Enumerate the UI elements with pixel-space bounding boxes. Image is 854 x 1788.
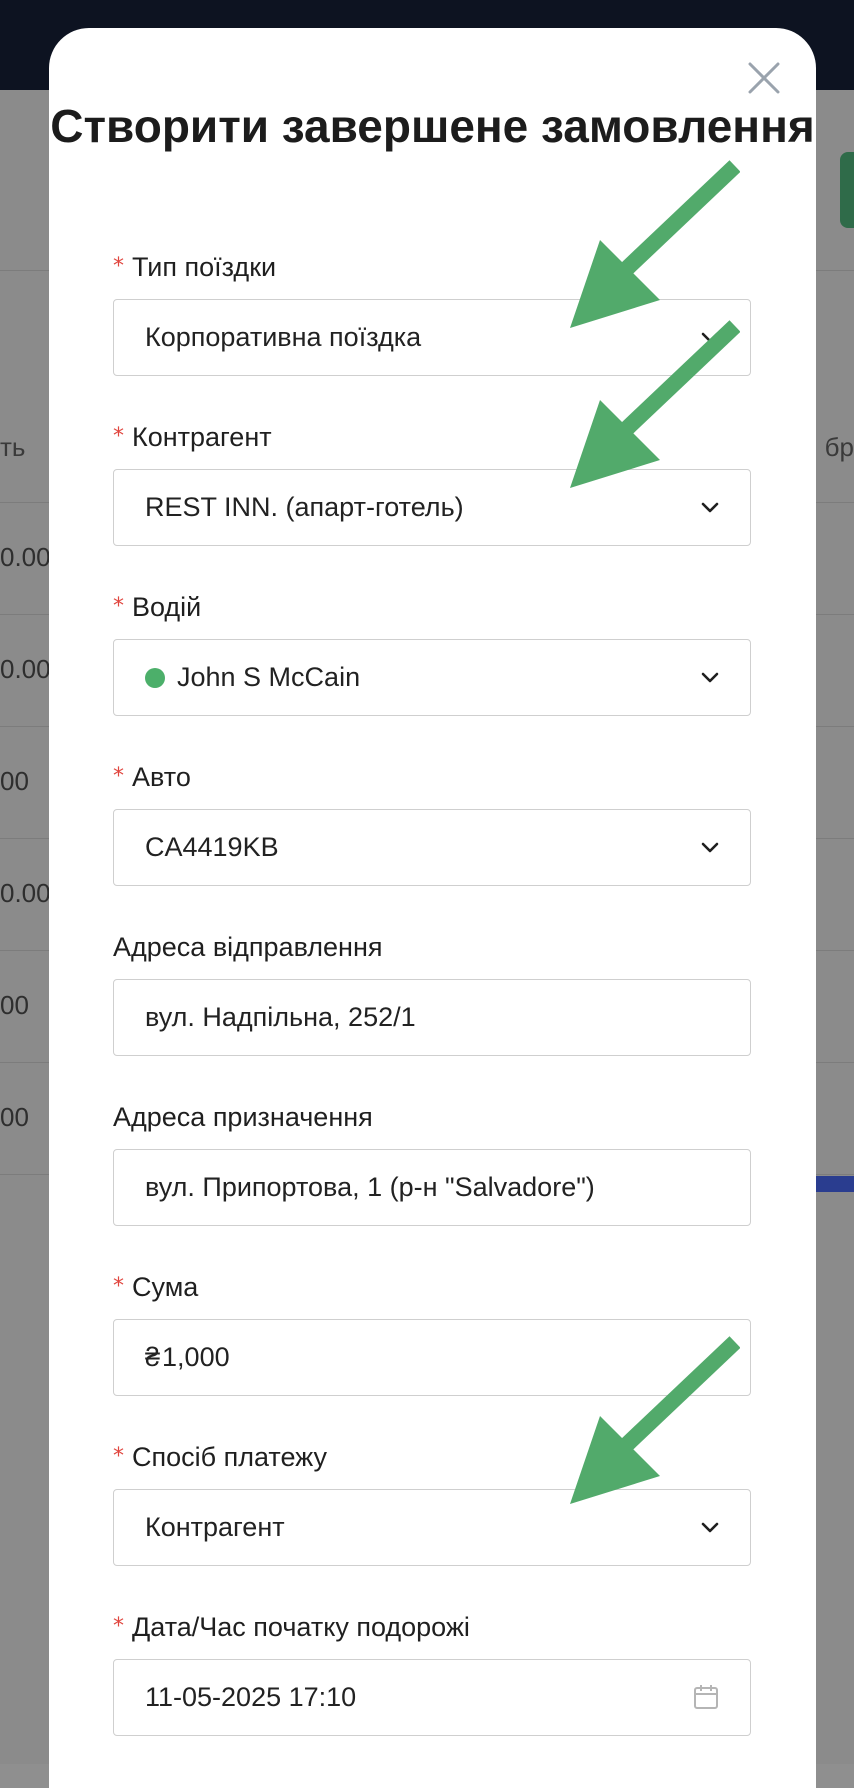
amount-label: * Сума [113,1270,753,1304]
counterparty-label-text: Контрагент [132,422,272,452]
required-marker: * [113,1444,124,1469]
create-order-modal: Створити завершене замовлення * Тип поїзд… [49,28,816,1788]
trip-type-label: * Тип поїздки [113,250,753,284]
amount-field: * Сума ₴ 1,000 [113,1270,753,1396]
departure-input[interactable]: вул. Надпільна, 252/1 [113,979,751,1056]
payment-method-label: * Спосіб платежу [113,1440,753,1474]
payment-method-value: Контрагент [145,1512,285,1542]
background-cell: 0.00 [0,654,51,684]
chevron-down-icon [701,842,719,853]
background-cell: 00 [0,766,29,796]
calendar-icon[interactable] [692,1683,720,1711]
payment-method-label-text: Спосіб платежу [132,1442,328,1472]
payment-method-select[interactable]: Контрагент [113,1489,751,1566]
driver-value: John S McCain [177,662,361,692]
background-action-button [840,152,854,228]
departure-field: Адреса відправлення вул. Надпільна, 252/… [113,930,753,1056]
destination-label: Адреса призначення [113,1102,373,1132]
required-marker: * [113,424,124,449]
start-datetime-label-text: Дата/Час початку подорожі [132,1612,470,1642]
driver-status-dot [145,667,165,688]
background-cell: 0.00 [0,542,51,572]
start-datetime-field: * Дата/Час початку подорожі 11-05-2025 17… [113,1610,753,1736]
background-column-header-left: ть [0,432,26,462]
driver-select[interactable]: John S McCain [113,639,751,716]
amount-label-text: Сума [132,1272,199,1302]
amount-input[interactable]: ₴ 1,000 [113,1319,751,1396]
start-datetime-value: 11-05-2025 17:10 [145,1682,357,1712]
required-marker: * [113,1274,124,1299]
departure-label: Адреса відправлення [113,932,383,962]
required-marker: * [113,1614,124,1639]
car-label: * Авто [113,760,753,794]
close-icon[interactable] [744,58,784,98]
counterparty-field: * Контрагент REST INN. (апарт-готель) [113,420,753,546]
counterparty-label: * Контрагент [113,420,753,454]
trip-type-value: Корпоративна поїздка [145,322,422,352]
payment-method-field: * Спосіб платежу Контрагент [113,1440,753,1566]
required-marker: * [113,254,124,279]
background-cell: 00 [0,1102,29,1132]
chevron-down-icon [701,332,719,343]
start-datetime-label: * Дата/Час початку подорожі [113,1610,753,1644]
driver-label: * Водій [113,590,753,624]
chevron-down-icon [701,1522,719,1533]
background-scroll-indicator [816,1176,854,1192]
currency-symbol: ₴ [145,1342,161,1372]
driver-label-text: Водій [132,592,202,622]
amount-value: 1,000 [162,1342,230,1372]
car-value: CA4419KB [145,832,279,862]
chevron-down-icon [701,672,719,683]
trip-type-select[interactable]: Корпоративна поїздка [113,299,751,376]
required-marker: * [113,594,124,619]
destination-field: Адреса призначення вул. Припортова, 1 (р… [113,1100,753,1226]
car-label-text: Авто [132,762,191,792]
background-cell: 0.00 [0,878,51,908]
start-datetime-input[interactable]: 11-05-2025 17:10 [113,1659,751,1736]
car-field: * Авто CA4419KB [113,760,753,886]
driver-field: * Водій John S McCain [113,590,753,716]
counterparty-select[interactable]: REST INN. (апарт-готель) [113,469,751,546]
car-select[interactable]: CA4419KB [113,809,751,886]
destination-input[interactable]: вул. Припортова, 1 (р-н "Salvadore") [113,1149,751,1226]
required-marker: * [113,764,124,789]
modal-title: Створити завершене замовлення [50,100,815,152]
trip-type-field: * Тип поїздки Корпоративна поїздка [113,250,753,376]
counterparty-value: REST INN. (апарт-готель) [145,492,464,522]
departure-value: вул. Надпільна, 252/1 [145,1002,416,1032]
destination-value: вул. Припортова, 1 (р-н "Salvadore") [145,1172,595,1202]
background-cell: 00 [0,990,29,1020]
trip-type-label-text: Тип поїздки [132,252,277,282]
background-column-header-right: бр [824,432,854,462]
chevron-down-icon [701,502,719,513]
